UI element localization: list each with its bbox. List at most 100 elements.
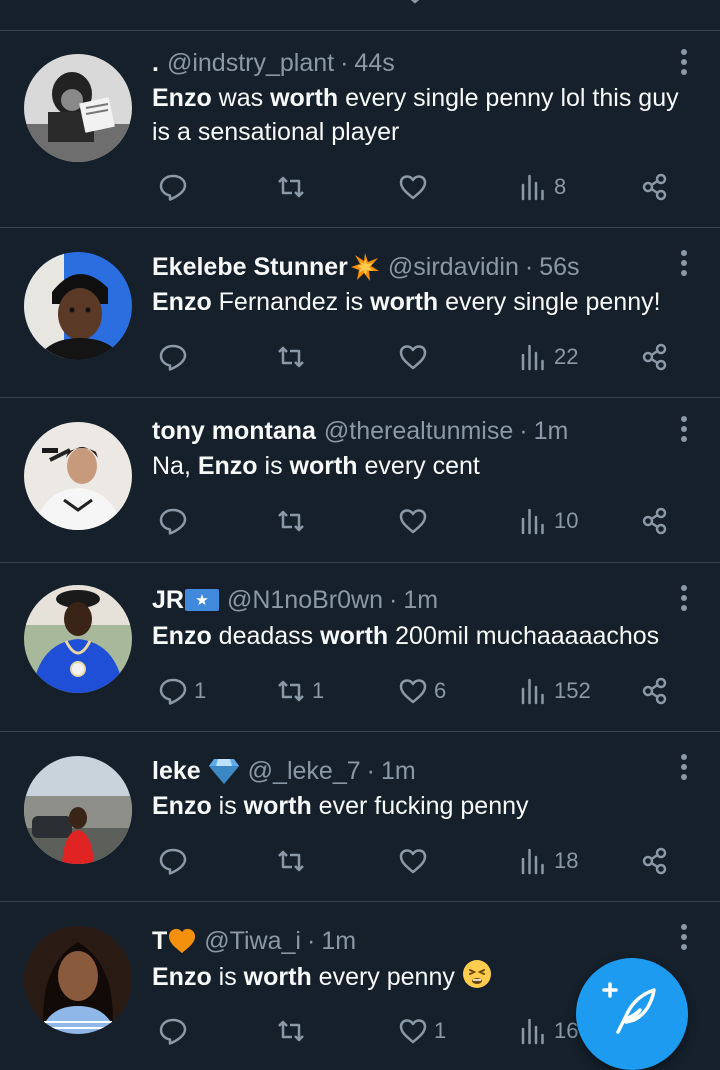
retweet-button[interactable]: [276, 841, 312, 881]
views-button[interactable]: 10: [518, 501, 578, 541]
like-button[interactable]: [398, 841, 434, 881]
views-icon: [521, 508, 544, 535]
display-name[interactable]: leke: [152, 757, 201, 786]
share-button[interactable]: [640, 501, 670, 541]
more-options-icon[interactable]: [674, 47, 694, 77]
tweet-row[interactable]: . @indstry_plant · 44s Enzo was worth ev…: [0, 31, 720, 228]
share-button[interactable]: [640, 167, 670, 207]
orange-heart-emoji: [169, 928, 196, 954]
display-name[interactable]: tony montana: [152, 417, 316, 446]
retweet-icon: [278, 680, 304, 702]
separator-dot: ·: [340, 48, 349, 77]
retweet-button[interactable]: [276, 501, 312, 541]
views-icon: [521, 344, 544, 371]
tweet-row[interactable]: tony montana @therealtunmise · 1m Na, En…: [0, 398, 720, 563]
timestamp[interactable]: 1m: [321, 927, 356, 956]
more-options-icon[interactable]: [674, 414, 694, 444]
share-button[interactable]: [640, 337, 670, 377]
like-button[interactable]: 1: [398, 1011, 446, 1051]
reply-icon: [159, 344, 187, 371]
like-button[interactable]: [398, 337, 434, 377]
share-button[interactable]: [640, 671, 670, 711]
tweet-actions: 18: [0, 841, 720, 881]
reply-button[interactable]: [158, 167, 194, 207]
like-icon: [399, 509, 427, 534]
separator-dot: ·: [366, 756, 375, 785]
reply-icon[interactable]: [160, 0, 190, 4]
user-handle[interactable]: @Tiwa_i: [204, 927, 301, 956]
more-options-icon[interactable]: [674, 583, 694, 613]
reply-icon: [159, 848, 187, 875]
like-icon: [399, 679, 427, 704]
tired-face-emoji: [462, 960, 491, 988]
reply-button[interactable]: [158, 337, 194, 377]
like-button[interactable]: [398, 501, 434, 541]
user-handle[interactable]: @sirdavidin: [388, 253, 519, 282]
retweet-button[interactable]: [276, 1011, 312, 1051]
display-name[interactable]: T: [152, 927, 167, 956]
tweet-actions: 8: [0, 167, 720, 207]
reply-icon: [159, 1018, 187, 1045]
views-icon[interactable]: [522, 0, 552, 4]
retweet-button[interactable]: [276, 167, 312, 207]
like-icon: [399, 345, 427, 370]
like-icon: [399, 175, 427, 200]
separator-dot: ·: [306, 926, 316, 955]
retweet-icon: [278, 850, 304, 872]
tweet-text: Enzo is worth ever fucking penny: [152, 792, 529, 820]
more-options-icon[interactable]: [674, 922, 694, 952]
tweet-header: tony montana @therealtunmise · 1m: [152, 414, 660, 448]
retweet-icon: [278, 510, 304, 532]
reply-button[interactable]: [158, 1011, 194, 1051]
reply-button[interactable]: [158, 841, 194, 881]
more-options-icon[interactable]: [674, 248, 694, 278]
user-handle[interactable]: @_leke_7: [248, 757, 361, 786]
user-handle[interactable]: @N1noBr0wn: [227, 586, 383, 615]
like-icon[interactable]: [400, 0, 430, 4]
tweet-row[interactable]: leke @_leke_7 · 1m Enzo is worth ever fu…: [0, 732, 720, 902]
share-icon: [642, 677, 667, 705]
views-button[interactable]: 18: [518, 841, 578, 881]
previous-tweet-actions: [0, 0, 720, 31]
share-icon: [642, 343, 667, 371]
reply-button[interactable]: [158, 501, 194, 541]
timestamp[interactable]: 44s: [354, 49, 394, 78]
retweet-button[interactable]: [276, 337, 312, 377]
separator-dot: ·: [388, 585, 398, 614]
tweet-header: T @Tiwa_i · 1m: [152, 924, 660, 958]
tweet-row[interactable]: JR @N1noBr0wn · 1m Enzo deadass worth 20…: [0, 563, 720, 732]
user-avatar[interactable]: [24, 54, 132, 162]
views-button[interactable]: 8: [518, 167, 566, 207]
retweet-button[interactable]: 1: [276, 671, 324, 711]
reply-icon: [159, 508, 187, 535]
display-name[interactable]: JR: [152, 586, 184, 615]
timestamp[interactable]: 56s: [539, 253, 579, 282]
share-button[interactable]: [640, 841, 670, 881]
views-button[interactable]: 152: [518, 671, 591, 711]
retweet-icon: [278, 176, 304, 198]
retweet-icon[interactable]: [282, 0, 312, 4]
timestamp[interactable]: 1m: [403, 586, 438, 615]
user-handle[interactable]: @indstry_plant: [167, 49, 334, 78]
somalia-flag-emoji: [184, 589, 219, 611]
like-button[interactable]: [398, 167, 434, 207]
views-button[interactable]: 22: [518, 337, 578, 377]
reply-button[interactable]: 1: [158, 671, 206, 711]
display-name[interactable]: .: [152, 49, 159, 78]
share-icon: [642, 173, 667, 201]
display-name[interactable]: Ekelebe Stunner: [152, 253, 348, 282]
user-handle[interactable]: @therealtunmise: [324, 417, 513, 446]
views-icon: [521, 848, 544, 875]
views-button[interactable]: 16: [518, 1011, 578, 1051]
timestamp[interactable]: 1m: [534, 417, 569, 446]
views-icon: [521, 678, 544, 705]
share-icon[interactable]: [642, 0, 672, 4]
like-button[interactable]: 6: [398, 671, 446, 711]
tweet-row[interactable]: Ekelebe Stunner @sirdavidin · 56s Enzo F…: [0, 228, 720, 398]
tweet-actions: 1 1 6 152: [0, 671, 720, 711]
more-options-icon[interactable]: [674, 752, 694, 782]
tweet-text: Enzo Fernandez is worth every single pen…: [152, 288, 661, 316]
compose-tweet-button[interactable]: [576, 958, 688, 1070]
timestamp[interactable]: 1m: [381, 757, 416, 786]
tweet-actions: 10: [0, 501, 720, 541]
